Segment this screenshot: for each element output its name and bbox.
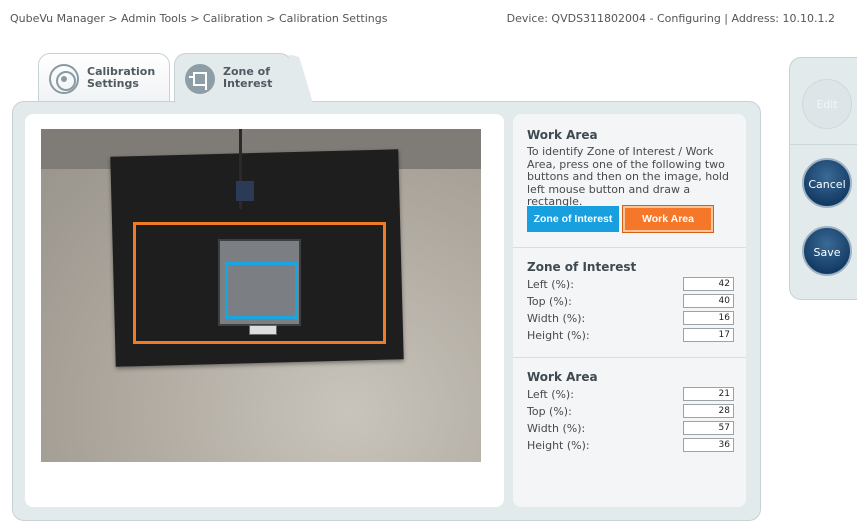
top-bar: QubeVu Manager > Admin Tools > Calibrati…	[0, 0, 857, 36]
section-title: Work Area	[527, 128, 598, 142]
zone-of-interest-button[interactable]: Zone of Interest	[527, 206, 619, 232]
tab-label: Zone of Interest	[223, 65, 273, 90]
cable-plug	[236, 181, 254, 201]
work-left-label: Left (%):	[527, 388, 574, 401]
work-top-label: Top (%):	[527, 405, 572, 418]
zoi-height-label: Height (%):	[527, 329, 590, 342]
section-title: Work Area	[527, 370, 598, 384]
work-height-input[interactable]	[683, 438, 734, 452]
device-status: Device: QVDS311802004 - Configuring | Ad…	[506, 12, 835, 25]
edit-button[interactable]: Edit	[802, 79, 852, 129]
target-icon	[49, 64, 79, 94]
camera-image[interactable]	[41, 129, 481, 462]
crop-icon	[185, 64, 215, 94]
work-width-label: Width (%):	[527, 422, 586, 435]
zoi-height-input[interactable]	[683, 328, 734, 342]
breadcrumb: QubeVu Manager > Admin Tools > Calibrati…	[10, 12, 388, 25]
instructions-text: To identify Zone of Interest / Work Area…	[527, 145, 729, 208]
divider	[790, 144, 857, 145]
action-bar: Edit Cancel Save	[789, 57, 857, 300]
zoi-width-input[interactable]	[683, 311, 734, 325]
work-area-button[interactable]: Work Area	[622, 205, 714, 233]
zoi-top-input[interactable]	[683, 294, 734, 308]
image-card	[25, 114, 504, 507]
tab-calibration-settings[interactable]: Calibration Settings	[38, 53, 170, 103]
main-panel: Work Area To identify Zone of Interest /…	[12, 101, 761, 521]
save-button[interactable]: Save	[802, 226, 852, 276]
work-top-input[interactable]	[683, 404, 734, 418]
work-height-label: Height (%):	[527, 439, 590, 452]
zone-of-interest-section: Zone of Interest Left (%): Top (%): Widt…	[513, 247, 746, 357]
tab-zone-of-interest[interactable]: Zone of Interest	[174, 53, 292, 103]
zoi-left-input[interactable]	[683, 277, 734, 291]
settings-card: Work Area To identify Zone of Interest /…	[513, 114, 746, 507]
work-area-section: Work Area Left (%): Top (%): Width (%): …	[513, 357, 746, 477]
work-area-instructions: Work Area To identify Zone of Interest /…	[513, 114, 746, 246]
zoi-left-label: Left (%):	[527, 278, 574, 291]
tab-label: Calibration Settings	[87, 65, 156, 90]
section-title: Zone of Interest	[527, 260, 637, 274]
work-left-input[interactable]	[683, 387, 734, 401]
zone-of-interest-rectangle[interactable]	[225, 262, 298, 319]
zoi-top-label: Top (%):	[527, 295, 572, 308]
zoi-width-label: Width (%):	[527, 312, 586, 325]
work-width-input[interactable]	[683, 421, 734, 435]
cancel-button[interactable]: Cancel	[802, 158, 852, 208]
